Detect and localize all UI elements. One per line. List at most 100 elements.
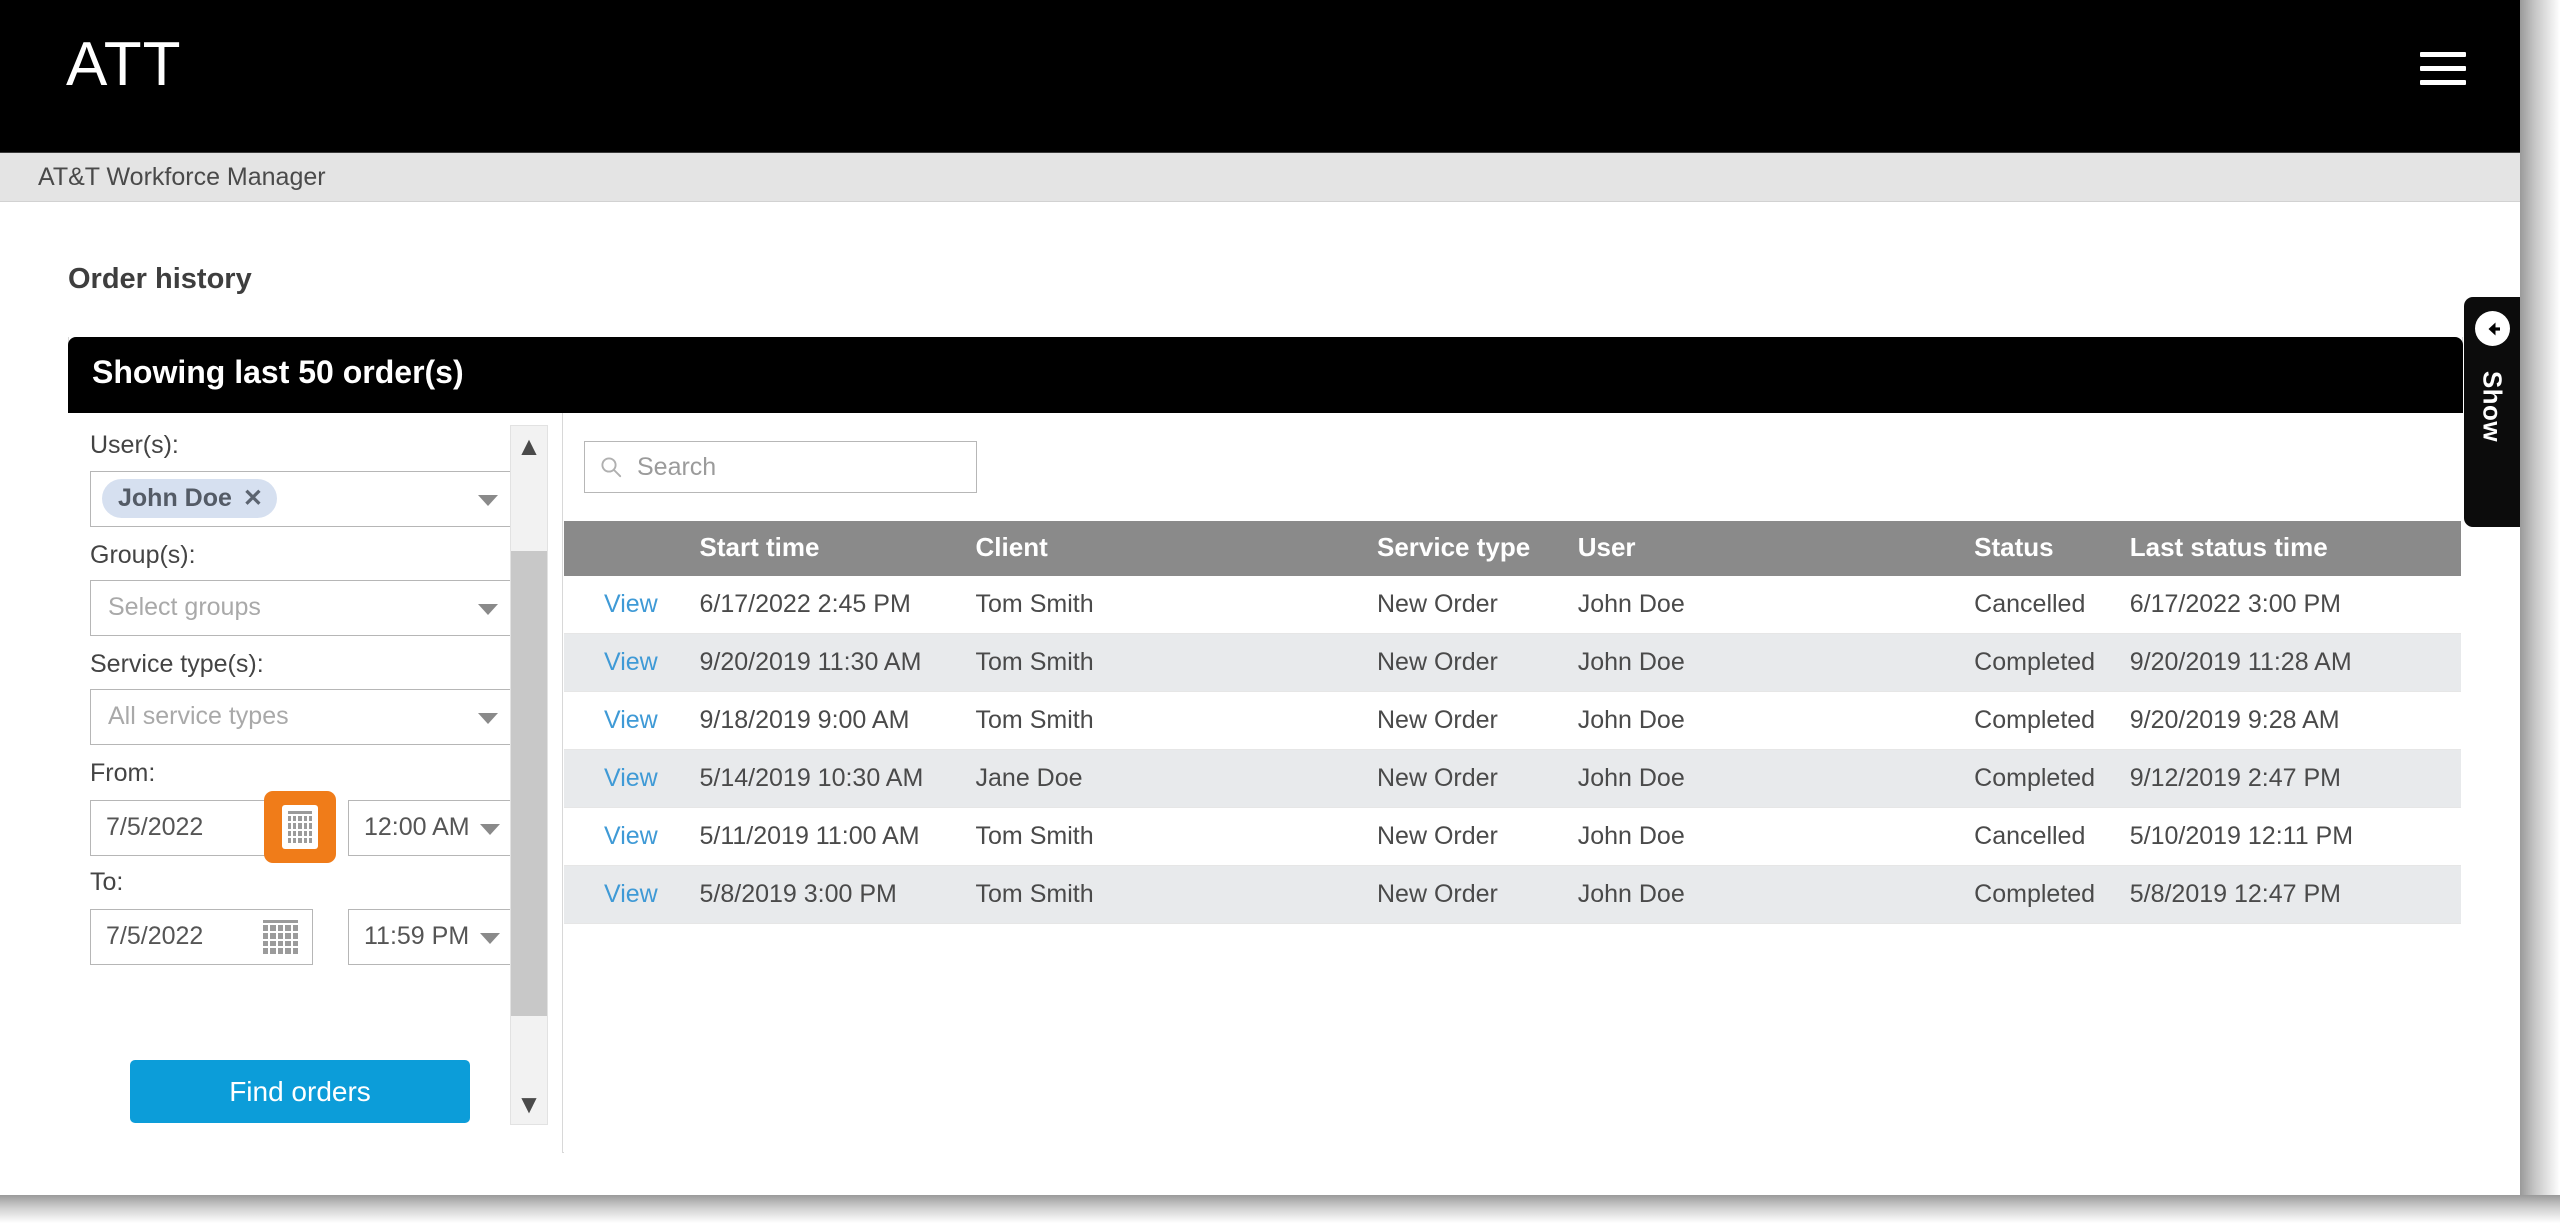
orders-table-header-row: Start time Client Service type User Stat… — [564, 521, 2461, 576]
cell-status: Completed — [1974, 865, 2130, 924]
filter-panel: User(s): John Doe ✕ Group(s): Select gro… — [68, 413, 563, 1153]
cell-last-status-time: 5/8/2019 12:47 PM — [2129, 865, 2461, 924]
cell-client: Tom Smith — [975, 633, 1377, 692]
cell-action[interactable]: View — [564, 633, 700, 692]
cell-status: Completed — [1974, 691, 2130, 750]
cell-start-time: 5/8/2019 3:00 PM — [699, 865, 976, 924]
orders-card-header: Showing last 50 order(s) — [68, 337, 2463, 413]
cell-service-type: New Order — [1376, 749, 1578, 808]
cell-client: Tom Smith — [975, 865, 1377, 924]
col-header-service-type[interactable]: Service type — [1376, 521, 1578, 576]
cell-client: Jane Doe — [975, 749, 1377, 808]
page-title: Order history — [68, 263, 252, 295]
cell-status: Cancelled — [1974, 807, 2130, 866]
cell-status: Completed — [1974, 633, 2130, 692]
to-time-value: 11:59 PM — [364, 922, 470, 950]
chevron-down-icon — [480, 824, 500, 835]
find-orders-button[interactable]: Find orders — [130, 1060, 470, 1123]
results-panel: Start time Client Service type User Stat… — [564, 413, 2463, 1153]
cell-last-status-time: 9/20/2019 9:28 AM — [2129, 691, 2461, 750]
window-edge-bottom — [0, 1195, 2560, 1223]
cell-user: John Doe — [1577, 691, 1975, 750]
cell-status: Completed — [1974, 749, 2130, 808]
cell-last-status-time: 9/20/2019 11:28 AM — [2129, 633, 2461, 692]
app-brand-logo: ATT — [66, 30, 182, 99]
cell-action[interactable]: View — [564, 807, 700, 866]
search-input[interactable] — [635, 451, 935, 483]
cell-action[interactable]: View — [564, 749, 700, 808]
from-date-value: 7/5/2022 — [106, 813, 204, 841]
col-header-client[interactable]: Client — [975, 521, 1377, 576]
app-header-bar: ATT — [0, 0, 2520, 152]
cell-user: John Doe — [1577, 576, 1975, 634]
users-chip-label: John Doe — [118, 484, 232, 512]
cell-action[interactable]: View — [564, 865, 700, 924]
table-row[interactable]: View 5/14/2019 10:30 AM Jane Doe New Order J… — [564, 749, 2461, 808]
chevron-down-icon — [478, 495, 498, 506]
from-time-value: 12:00 AM — [364, 813, 470, 841]
view-order-link[interactable]: View — [604, 706, 658, 734]
browser-page: ATT AT&T Workforce Manager Order history… — [0, 0, 2520, 1195]
cell-status: Cancelled — [1974, 576, 2130, 634]
service-types-placeholder: All service types — [108, 702, 289, 730]
users-chip-remove-icon[interactable]: ✕ — [243, 486, 263, 511]
filter-panel-scrollbar[interactable]: ▲ ▼ — [510, 425, 548, 1125]
calendar-icon — [282, 805, 318, 849]
chevron-down-icon — [478, 604, 498, 615]
hamburger-bar — [2420, 80, 2466, 85]
view-order-link[interactable]: View — [604, 648, 658, 676]
cell-start-time: 9/18/2019 9:00 AM — [699, 691, 976, 750]
hamburger-menu-icon[interactable] — [2420, 52, 2466, 86]
col-header-action[interactable] — [564, 521, 700, 576]
col-header-last-status-time[interactable]: Last status time — [2129, 521, 2461, 576]
users-label: User(s): — [90, 431, 179, 459]
cell-client: Tom Smith — [975, 807, 1377, 866]
orders-table-head: Start time Client Service type User Stat… — [564, 521, 2461, 576]
view-order-link[interactable]: View — [604, 822, 658, 850]
cell-start-time: 6/17/2022 2:45 PM — [699, 576, 976, 634]
scroll-down-icon[interactable]: ▼ — [511, 1084, 547, 1124]
cell-user: John Doe — [1577, 807, 1975, 866]
search-icon — [601, 457, 622, 478]
cell-last-status-time: 5/10/2019 12:11 PM — [2129, 807, 2461, 866]
search-box[interactable] — [584, 441, 977, 493]
col-header-status[interactable]: Status — [1974, 521, 2130, 576]
cell-action[interactable]: View — [564, 576, 700, 634]
groups-label: Group(s): — [90, 541, 196, 569]
cell-service-type: New Order — [1376, 576, 1578, 634]
hamburger-bar — [2420, 52, 2466, 57]
cell-action[interactable]: View — [564, 691, 700, 750]
service-types-label: Service type(s): — [90, 650, 264, 678]
col-header-user[interactable]: User — [1577, 521, 1975, 576]
table-row[interactable]: View 6/17/2022 2:45 PM Tom Smith New Order J… — [564, 576, 2461, 634]
from-label: From: — [90, 759, 156, 787]
table-row[interactable]: View 9/18/2019 9:00 AM Tom Smith New Order J… — [564, 691, 2461, 750]
scroll-up-icon[interactable]: ▲ — [511, 426, 547, 466]
groups-placeholder: Select groups — [108, 593, 261, 621]
cell-last-status-time: 6/17/2022 3:00 PM — [2129, 576, 2461, 634]
to-label: To: — [90, 868, 124, 896]
cell-user: John Doe — [1577, 633, 1975, 692]
cell-service-type: New Order — [1376, 633, 1578, 692]
view-order-link[interactable]: View — [604, 880, 658, 908]
show-drawer-label: Show — [2477, 370, 2508, 443]
to-date-picker-button[interactable] — [263, 920, 298, 954]
cell-user: John Doe — [1577, 749, 1975, 808]
from-date-picker-button[interactable] — [264, 791, 336, 863]
table-row[interactable]: View 9/20/2019 11:30 AM Tom Smith New Order… — [564, 633, 2461, 692]
table-row[interactable]: View 5/11/2019 11:00 AM Tom Smith New Order… — [564, 807, 2461, 866]
users-selected-chip[interactable]: John Doe ✕ — [102, 479, 278, 518]
cell-start-time: 9/20/2019 11:30 AM — [699, 633, 976, 692]
col-header-start-time[interactable]: Start time — [699, 521, 976, 576]
view-order-link[interactable]: View — [604, 764, 658, 792]
cell-start-time: 5/14/2019 10:30 AM — [699, 749, 976, 808]
cell-user: John Doe — [1577, 865, 1975, 924]
table-row[interactable]: View 5/8/2019 3:00 PM Tom Smith New Order Jo… — [564, 865, 2461, 924]
view-order-link[interactable]: View — [604, 590, 658, 618]
app-subtitle-bar: AT&T Workforce Manager — [0, 152, 2520, 202]
cell-start-time: 5/11/2019 11:00 AM — [699, 807, 976, 866]
cell-service-type: New Order — [1376, 691, 1578, 750]
show-drawer-toggle[interactable]: Show — [2464, 297, 2520, 527]
scrollbar-thumb[interactable] — [511, 551, 547, 1016]
cell-service-type: New Order — [1376, 807, 1578, 866]
